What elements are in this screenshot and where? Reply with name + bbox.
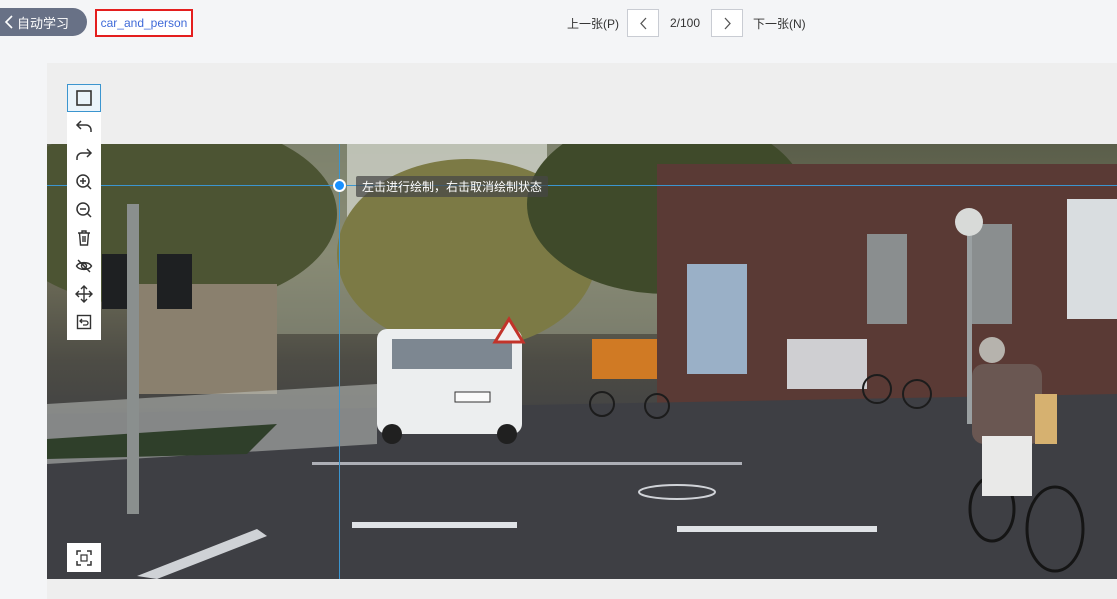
hide-button[interactable] [67,252,101,280]
crosshair-vertical [339,144,340,579]
chevron-left-icon [639,17,646,29]
cursor-point [333,179,346,192]
fullscreen-button[interactable] [67,543,101,572]
prev-button[interactable] [627,9,659,37]
crosshair-horizontal [47,185,1117,186]
chevron-right-icon [724,17,731,29]
dataset-name-link[interactable]: car_and_person [95,9,193,37]
undo-button[interactable] [67,112,101,140]
drawing-hint: 左击进行绘制，右击取消绘制状态 [356,176,549,197]
reset-button[interactable] [67,308,101,336]
undo-icon [75,120,92,132]
delete-icon [78,230,90,246]
redo-icon [76,148,93,160]
zoom-in-button[interactable] [67,168,101,196]
rectangle-tool-button[interactable] [67,84,101,112]
zoom-out-icon [76,202,92,218]
prev-label: 上一张(P) [567,16,619,31]
hide-icon [75,259,93,273]
pager: 上一张(P) 2/100 下一张(N) [567,9,806,37]
redo-button[interactable] [67,140,101,168]
street-scene-image[interactable] [47,144,1117,579]
zoom-in-icon [76,174,92,190]
page-count: 2/100 [669,16,701,30]
move-icon [75,285,93,303]
street-scene-drawing [47,144,1117,579]
zoom-out-button[interactable] [67,196,101,224]
move-button[interactable] [67,280,101,308]
reset-icon [76,314,92,330]
annotation-toolbar [67,84,101,340]
back-button[interactable]: 自动学习 [0,8,87,36]
back-label: 自动学习 [17,15,70,31]
delete-button[interactable] [67,224,101,252]
chevron-left-icon [4,15,13,29]
fullscreen-icon [76,549,92,566]
next-button[interactable] [711,9,743,37]
next-label: 下一张(N) [753,16,806,31]
rectangle-icon [76,90,92,106]
